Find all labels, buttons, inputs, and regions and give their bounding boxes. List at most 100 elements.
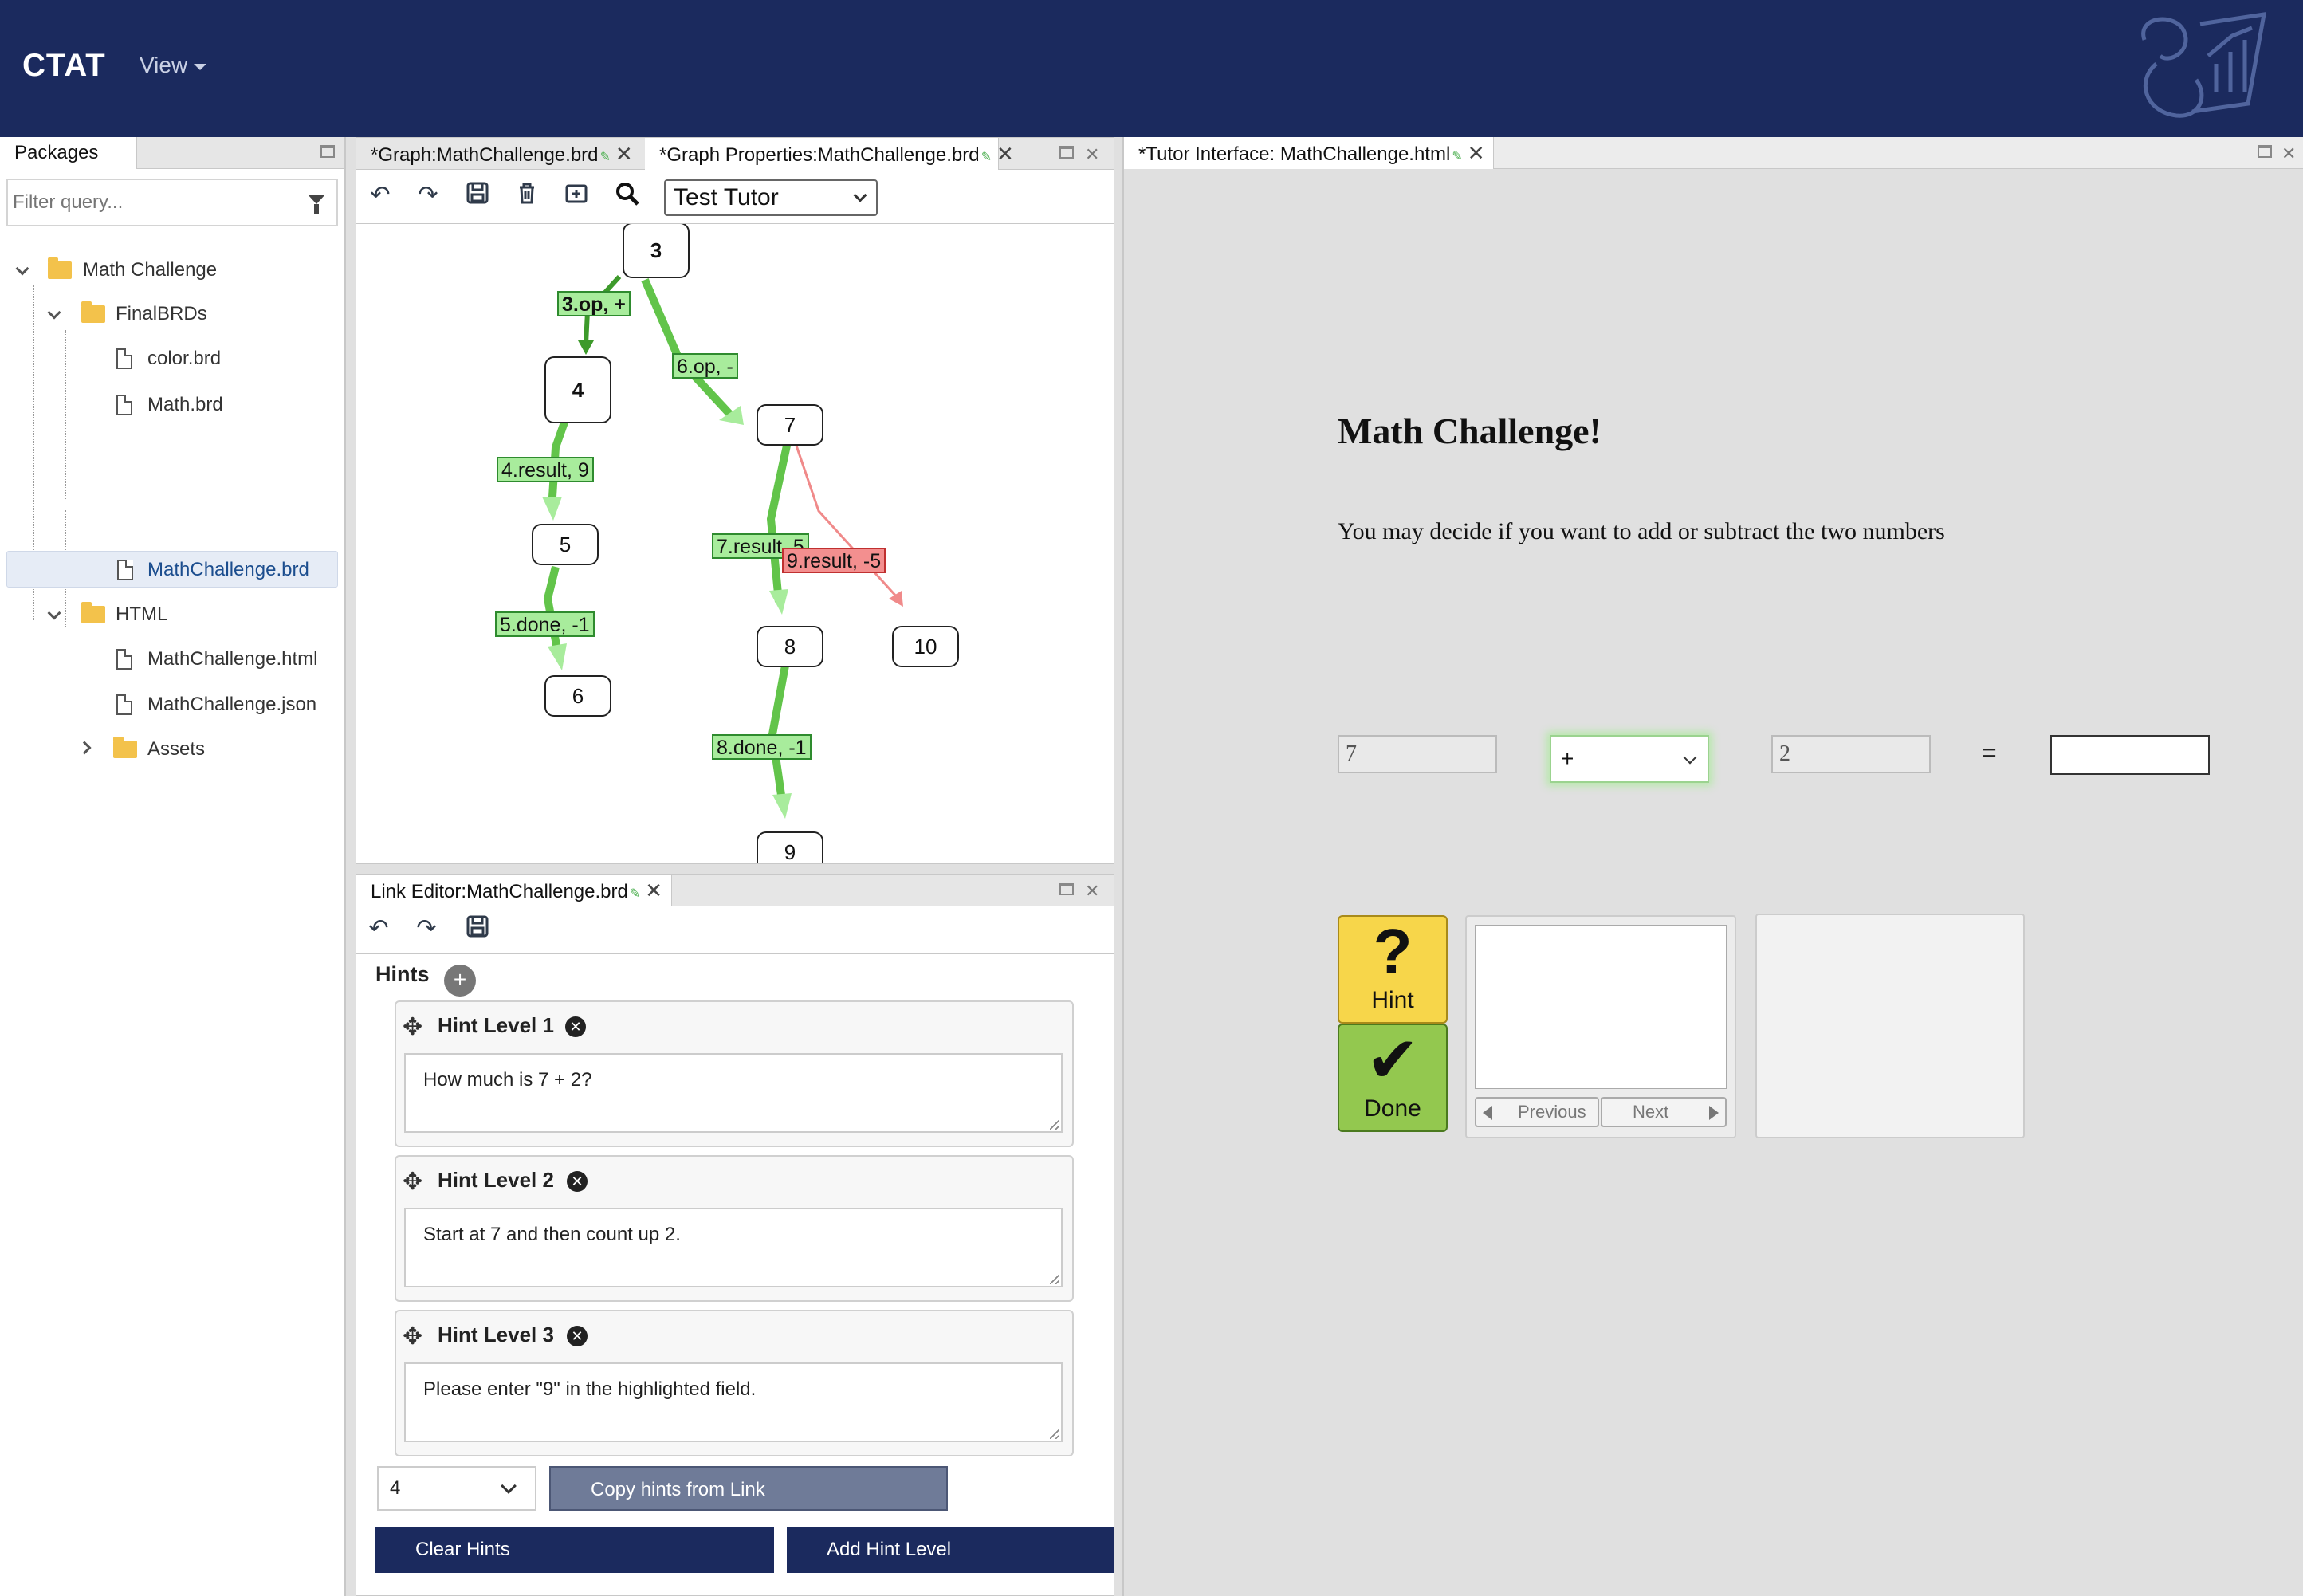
tree-item-mathchallenge-json[interactable]: MathChallenge.json: [6, 686, 341, 723]
answer-field[interactable]: [2050, 735, 2210, 775]
tab-link-editor-label: Link Editor:MathChallenge.brd: [371, 881, 628, 902]
add-hint-icon[interactable]: +: [444, 965, 476, 997]
clear-hints-button[interactable]: Clear Hints: [375, 1527, 774, 1573]
tab-graph[interactable]: *Graph:MathChallenge.brd ✎ ✕: [356, 138, 643, 170]
close-icon[interactable]: ✕: [645, 875, 662, 906]
hint-button[interactable]: ? Hint: [1338, 915, 1448, 1024]
hint-textarea[interactable]: How much is 7 + 2?: [404, 1053, 1063, 1133]
edge-label[interactable]: 8.done, -1: [712, 734, 812, 760]
graph-node[interactable]: 7: [757, 404, 823, 446]
graph-toolbar: ↶ ↷ Test Tutor: [356, 170, 1114, 224]
edge-7-8[interactable]: [766, 444, 791, 603]
chevron-down-icon[interactable]: [47, 606, 61, 620]
graph-tabbar: *Graph:MathChallenge.brd ✎ ✕ *Graph Proper…: [356, 138, 1114, 170]
view-menu[interactable]: View: [140, 53, 207, 78]
equals-sign: =: [1982, 738, 1997, 767]
close-icon[interactable]: ✕: [615, 138, 633, 170]
maximize-icon[interactable]: [1059, 146, 1074, 159]
tree-item-mathchallenge-brd[interactable]: MathChallenge.brd: [6, 551, 338, 588]
chevron-down-icon[interactable]: [47, 305, 61, 320]
move-icon[interactable]: ✥: [403, 1013, 422, 1041]
edge-label[interactable]: 6.op, -: [672, 353, 738, 379]
tab-graph-properties[interactable]: *Graph Properties:MathChallenge.brd ✎ ✕: [645, 138, 1014, 170]
tree-item-assets[interactable]: Assets: [6, 731, 341, 768]
graph-node[interactable]: 5: [532, 524, 599, 565]
file-icon: [116, 649, 132, 670]
close-panel-icon[interactable]: ✕: [1085, 144, 1099, 165]
tutor-mode-select[interactable]: Test Tutor: [664, 179, 878, 216]
edge-label[interactable]: 4.result, 9: [497, 457, 594, 482]
tree-item-math-challenge[interactable]: Math Challenge: [6, 252, 341, 289]
chevron-right-icon[interactable]: [77, 741, 92, 755]
save-icon[interactable]: [463, 914, 492, 945]
delete-icon[interactable]: [513, 181, 541, 212]
tree-item-color-brd[interactable]: color.brd: [6, 340, 341, 377]
checkmark-icon: ✔: [1366, 1024, 1420, 1095]
operator-select[interactable]: +: [1550, 735, 1709, 783]
graph-node[interactable]: 10: [892, 626, 959, 667]
tree-item-math-brd[interactable]: Math.brd: [6, 387, 341, 423]
tab-graph-label: *Graph:MathChallenge.brd: [371, 144, 599, 166]
modified-icon: ✎: [599, 151, 611, 164]
move-icon[interactable]: ✥: [403, 1323, 422, 1350]
remove-hint-icon[interactable]: ✕: [565, 1016, 586, 1037]
hint-card: ✥ Hint Level 3 ✕ Please enter "9" in the…: [395, 1310, 1074, 1456]
add-hint-level-button[interactable]: Add Hint Level: [787, 1527, 1114, 1573]
remove-hint-icon[interactable]: ✕: [567, 1171, 588, 1192]
edge-label-error[interactable]: 9.result, -5: [782, 548, 886, 573]
graph-node[interactable]: 9: [757, 831, 823, 863]
save-icon[interactable]: [463, 181, 492, 212]
operator-value: +: [1561, 746, 1574, 771]
next-hint-button[interactable]: Next: [1601, 1097, 1727, 1127]
folder-icon: [81, 301, 105, 323]
hint-textarea[interactable]: Please enter "9" in the highlighted fiel…: [404, 1362, 1063, 1442]
undo-icon[interactable]: ↶: [366, 181, 395, 210]
move-icon[interactable]: ✥: [403, 1168, 422, 1196]
undo-icon[interactable]: ↶: [364, 914, 393, 943]
link-select[interactable]: 4: [377, 1466, 536, 1511]
redo-icon[interactable]: ↷: [414, 181, 442, 210]
copy-hints-button[interactable]: Copy hints from Link: [549, 1466, 948, 1511]
close-panel-icon[interactable]: ✕: [1085, 881, 1099, 902]
edge-label[interactable]: 3.op, +: [557, 291, 631, 316]
graph-node[interactable]: 3: [623, 224, 690, 278]
arrowhead: [772, 793, 792, 819]
close-icon[interactable]: ✕: [996, 138, 1014, 170]
add-state-icon[interactable]: [562, 181, 591, 212]
tree-item-html[interactable]: HTML: [6, 596, 341, 633]
graph-node[interactable]: 6: [544, 675, 611, 717]
ctat-logo: [2141, 12, 2267, 118]
tree-item-finalbrds[interactable]: FinalBRDs: [6, 296, 341, 332]
trash-glyph: [520, 183, 534, 204]
close-icon[interactable]: ✕: [1468, 137, 1485, 169]
maximize-icon[interactable]: [2258, 145, 2272, 158]
tab-packages[interactable]: Packages: [0, 137, 137, 169]
behavior-graph[interactable]: 3 4 5 6 7 8 9 10 3.op, + 6.op, - 4.resul…: [356, 224, 1114, 863]
operand-1-field[interactable]: 7: [1338, 735, 1497, 773]
previous-hint-button[interactable]: Previous: [1475, 1097, 1599, 1127]
graph-node[interactable]: 8: [757, 626, 823, 667]
close-panel-icon[interactable]: ✕: [2281, 143, 2296, 164]
operand-2-field[interactable]: 2: [1771, 735, 1931, 773]
maximize-icon[interactable]: [1059, 883, 1074, 895]
tree-item-mathchallenge-html[interactable]: MathChallenge.html: [6, 641, 341, 678]
app-header: CTAT View: [0, 0, 2303, 137]
tab-link-editor[interactable]: Link Editor:MathChallenge.brd ✎ ✕: [356, 875, 672, 906]
node-label: 4: [572, 378, 584, 402]
chevron-down-icon: [501, 1478, 517, 1494]
filter-input[interactable]: [13, 188, 300, 217]
edge-label[interactable]: 5.done, -1: [495, 611, 595, 637]
tab-tutor-interface[interactable]: *Tutor Interface: MathChallenge.html ✎ ✕: [1124, 137, 1494, 169]
graph-node[interactable]: 4: [544, 356, 611, 423]
tutor-instructions: You may decide if you want to add or sub…: [1338, 518, 1945, 544]
search-icon[interactable]: [613, 181, 642, 214]
done-button[interactable]: ✔ Done: [1338, 1024, 1448, 1132]
redo-icon[interactable]: ↷: [412, 914, 441, 943]
maximize-icon[interactable]: [320, 145, 335, 158]
hint-textarea[interactable]: Start at 7 and then count up 2.: [404, 1208, 1063, 1287]
edge-7-10[interactable]: [795, 445, 900, 600]
edge-3-7[interactable]: [641, 278, 734, 419]
remove-hint-icon[interactable]: ✕: [567, 1326, 588, 1346]
filter-icon[interactable]: [308, 195, 325, 214]
chevron-down-icon[interactable]: [15, 261, 29, 276]
